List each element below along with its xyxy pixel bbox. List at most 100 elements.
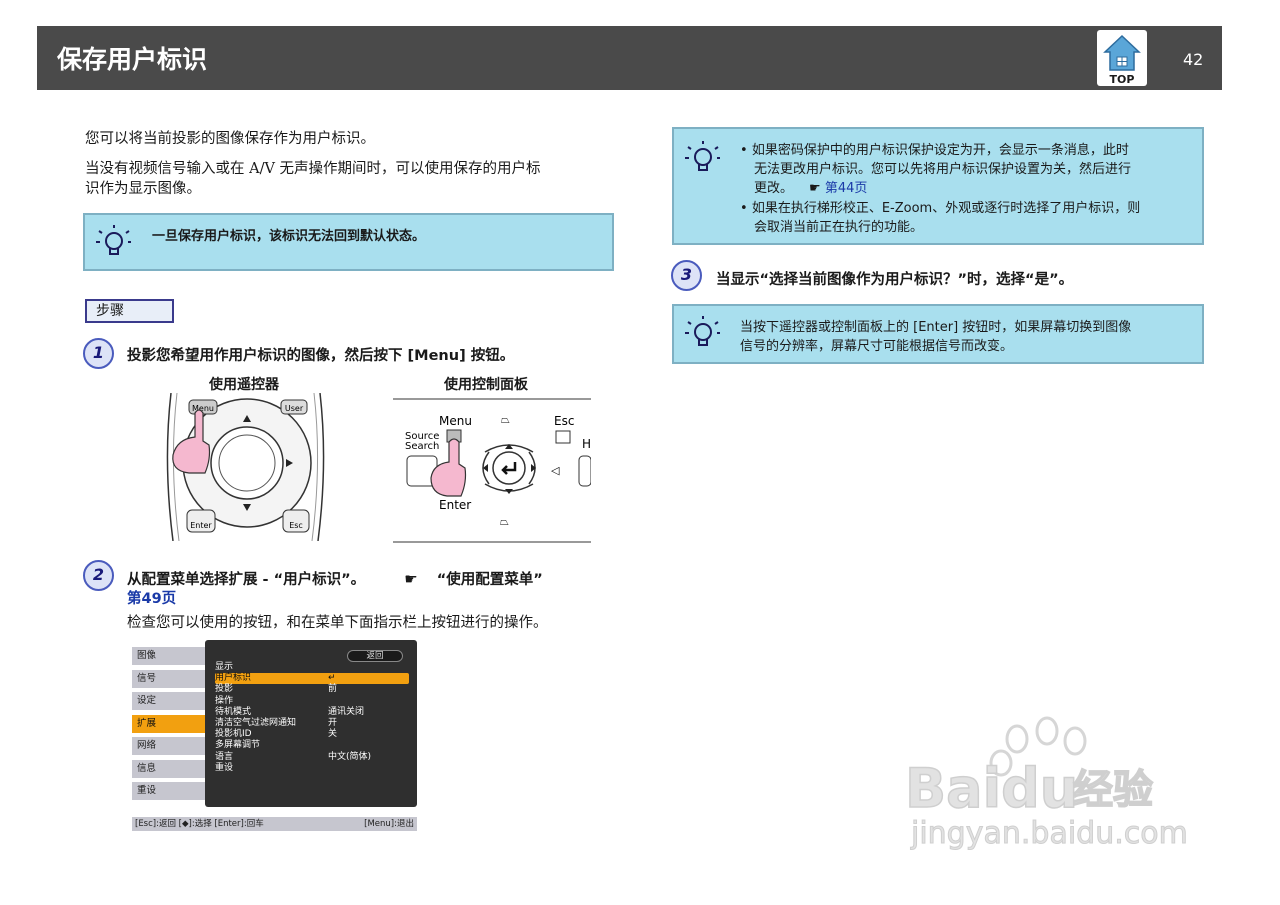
menu-row-label: 投影 <box>215 684 234 695</box>
step-2-circle: 2 <box>83 560 114 591</box>
step-2-page-link[interactable]: 第49页 <box>127 589 176 609</box>
menu-side-item[interactable]: 设定 <box>132 692 207 710</box>
pointing-hand-icon: ☛ <box>809 181 821 196</box>
intro-line-2a: 当没有视频信号输入或在 A/V 无声操作期间时，可以使用保存的用户标 <box>85 161 541 177</box>
menu-row-label: 用户标识 <box>215 673 252 684</box>
lightbulb-icon <box>96 225 131 255</box>
caption-panel: 使用控制面板 <box>444 377 528 393</box>
menu-row-label: 投影机ID <box>215 729 252 740</box>
watermark-url: jingyan.baidu.com <box>910 816 1188 851</box>
menu-row-value: 关 <box>328 729 338 740</box>
step-2-desc: 检查您可以使用的按钮，和在菜单下面指示栏上按钮进行的操作。 <box>127 615 548 631</box>
caption-remote: 使用遥控器 <box>209 377 279 393</box>
svg-text:⏢: ⏢ <box>501 413 510 426</box>
menu-row[interactable]: 多屏幕调节 <box>215 740 409 751</box>
intro-line-2b: 识作为显示图像。 <box>85 181 201 197</box>
note-2-page-link[interactable]: 第44页 <box>825 181 868 196</box>
remote-control-illustration: Menu User Enter Esc <box>166 393 325 541</box>
steps-label: 步骤 <box>85 299 174 323</box>
note-3-line-2: 信号的分辨率，屏幕尺寸可能根据信号而改变。 <box>740 339 1014 354</box>
note-2-b2-l2: 会取消当前正在执行的功能。 <box>754 220 924 235</box>
menu-row[interactable]: 投影 前 <box>215 684 409 695</box>
panel-search-label: Search <box>405 441 439 452</box>
panel-h-label: H <box>582 437 591 451</box>
menu-row[interactable]: 语言 中文(简体) <box>215 752 409 763</box>
step-2-title-part1: 从配置菜单选择扩展 - “用户标识”。 <box>127 572 366 588</box>
menu-footer: [Esc]:返回 [◆]:选择 [Enter]:回车 [Menu]:退出 <box>132 817 417 831</box>
panel-menu-label: Menu <box>439 414 472 428</box>
step-3-title: 当显示“选择当前图像作为用户标识？”时，选择“是”。 <box>716 272 1074 288</box>
menu-back-button[interactable]: 返回 <box>347 650 403 662</box>
menu-side-item[interactable]: 重设 <box>132 782 207 800</box>
menu-row-value: 中文(简体) <box>328 751 372 762</box>
remote-esc-label: Esc <box>289 521 303 530</box>
note-2-bullet-2: • 如果在执行梯形校正、E-Zoom、外观或逐行时选择了用户标识，则 <box>740 201 1141 216</box>
menu-row-value: 前 <box>328 684 338 695</box>
top-label: TOP <box>1109 73 1135 86</box>
menu-row-value: 通讯关闭 <box>328 706 365 717</box>
step-1-circle: 1 <box>83 338 114 369</box>
control-panel-illustration: Menu Esc Source Search H Enter ⏢ ⏢ ◁ <box>393 398 591 543</box>
step-2-title-part2: “使用配置菜单” <box>436 572 543 588</box>
menu-row-value: ↵ <box>328 673 336 684</box>
note-box-3: 当按下遥控器或控制面板上的 [Enter] 按钮时，如果屏幕切换到图像 信号的分… <box>672 304 1204 364</box>
menu-row-value: 开 <box>328 718 338 728</box>
step-3-circle: 3 <box>671 260 702 291</box>
panel-esc-label: Esc <box>554 414 574 428</box>
config-menu-screenshot: 图像 信号 设定 扩展 网络 信息 重设 返回 显示 用户标识 ↵ 投影 前操作 待机模式 通讯关闭 清洁… <box>130 640 417 832</box>
page-title: 保存用户标识 <box>57 45 208 74</box>
remote-user-label: User <box>285 404 304 413</box>
menu-row[interactable]: 用户标识 ↵ <box>215 673 409 685</box>
page-header: 保存用户标识 TOP 42 <box>37 26 1222 90</box>
note-2-b2-l1: 如果在执行梯形校正、E-Zoom、外观或逐行时选择了用户标识，则 <box>751 201 1141 216</box>
menu-row[interactable]: 操作 <box>215 696 409 707</box>
svg-text:◁: ◁ <box>551 464 560 477</box>
intro-line-1: 您可以将当前投影的图像保存作为用户标识。 <box>85 131 375 147</box>
watermark-brand: Baidu <box>905 757 1078 820</box>
menu-row-label: 操作 <box>215 695 234 706</box>
page-number: 42 <box>1183 50 1204 69</box>
menu-side-item[interactable]: 扩展 <box>132 714 207 733</box>
menu-row-label: 待机模式 <box>215 706 252 717</box>
menu-row[interactable]: 待机模式 通讯关闭 <box>215 707 409 718</box>
step-1-number: 1 <box>92 343 105 362</box>
svg-text:⏢: ⏢ <box>500 515 509 528</box>
baidu-paw-icon: Baidu 经验 jingyan.baidu.com <box>904 716 1188 852</box>
note-box-1: 一旦保存用户标识，该标识无法回到默认状态。 <box>83 213 614 271</box>
menu-row[interactable]: 投影机ID 关 <box>215 729 409 740</box>
note-1-text: 一旦保存用户标识，该标识无法回到默认状态。 <box>152 229 426 244</box>
note-2-bullet-1: • 如果密码保护中的用户标识保护设定为开，会显示一条消息，此时 <box>740 143 1129 158</box>
remote-enter-label: Enter <box>190 521 212 530</box>
menu-row[interactable]: 显示 <box>215 662 409 673</box>
lightbulb-icon <box>685 316 720 346</box>
menu-side-item[interactable]: 网络 <box>132 737 207 755</box>
panel-enter-label: Enter <box>439 498 471 512</box>
top-button[interactable]: TOP <box>1097 30 1147 86</box>
menu-panel: 返回 显示 用户标识 ↵ 投影 前操作 待机模式 通讯关闭清洁空气过滤网通知 开投影机ID 关多… <box>205 640 417 807</box>
step-2-title: 从配置菜单选择扩展 - “用户标识”。 ☛ “使用配置菜单” <box>127 569 543 590</box>
lightbulb-icon <box>685 141 720 171</box>
menu-side-item[interactable]: 信号 <box>132 669 207 688</box>
menu-row-label: 多屏幕调节 <box>215 740 261 751</box>
pointing-hand-icon: ☛ <box>404 570 418 588</box>
note-box-2: • 如果密码保护中的用户标识保护设定为开，会显示一条消息，此时 无法更改用户标识… <box>672 127 1204 245</box>
menu-footer-right: [Menu]:退出 <box>364 819 414 829</box>
menu-footer-left: [Esc]:返回 [◆]:选择 [Enter]:回车 <box>135 819 264 829</box>
menu-row-label: 重设 <box>215 762 234 773</box>
note-2-b1-l2: 无法更改用户标识。您可以先将用户标识保护设置为关，然后进行 <box>754 162 1132 177</box>
menu-row-label: 清洁空气过滤网通知 <box>215 718 297 728</box>
menu-row[interactable]: 重设 <box>215 763 409 774</box>
note-2-b1-l1: 如果密码保护中的用户标识保护设定为开，会显示一条消息，此时 <box>751 143 1129 158</box>
baidu-watermark: Baidu 经验 jingyan.baidu.com <box>904 715 1205 859</box>
menu-row[interactable]: 清洁空气过滤网通知 开 <box>215 718 409 729</box>
menu-row-label: 语言 <box>215 751 234 762</box>
menu-row-label: 显示 <box>215 662 234 672</box>
step-3-number: 3 <box>680 265 693 284</box>
note-2-b1-l3: 更改。 ☛ 第44页 <box>754 179 867 198</box>
step-2-number: 2 <box>92 565 105 584</box>
watermark-sub: 经验 <box>1073 767 1153 813</box>
menu-side-item[interactable]: 图像 <box>132 647 207 665</box>
step-1-title: 投影您希望用作用户标识的图像，然后按下 [Menu] 按钮。 <box>127 348 515 364</box>
menu-side-item[interactable]: 信息 <box>132 759 207 778</box>
note-2-b1-l3-text: 更改。 <box>754 181 794 196</box>
